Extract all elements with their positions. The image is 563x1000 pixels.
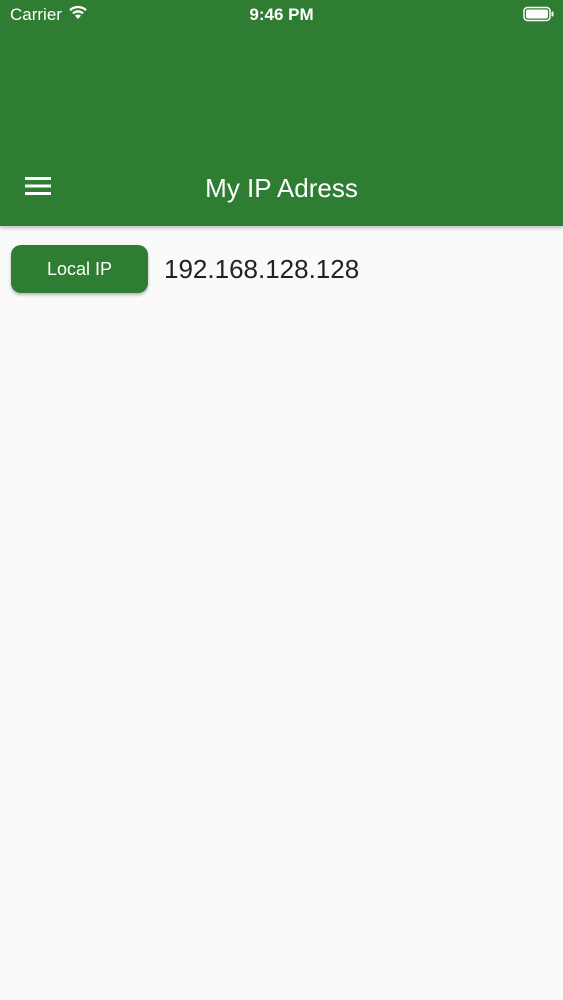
local-ip-button[interactable]: Local IP (11, 245, 148, 293)
local-ip-button-label: Local IP (46, 258, 113, 279)
battery-icon (523, 6, 555, 27)
status-bar: Carrier 9:46 PM (0, 0, 563, 30)
ip-address-value: 192.168.128.128 (164, 254, 360, 284)
status-time: 9:46 PM (249, 5, 314, 24)
page-title: My IP Adress (205, 173, 358, 203)
app-bar: Carrier 9:46 PM My IP Adress (0, 0, 563, 226)
